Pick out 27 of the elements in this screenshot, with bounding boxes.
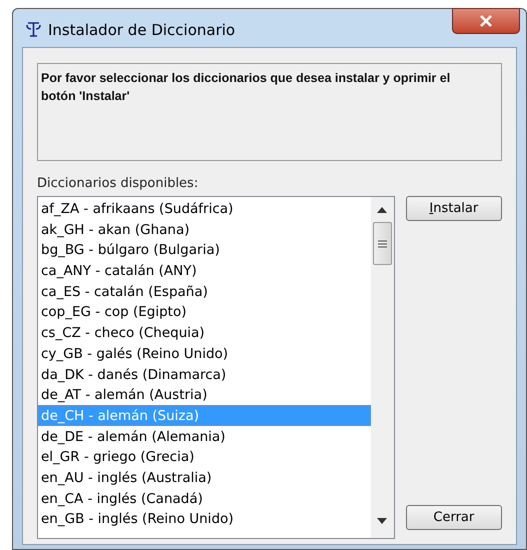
close-button[interactable]	[452, 8, 520, 34]
window-title: Instalador de Diccionario	[48, 20, 236, 41]
list-item[interactable]: de_AT - alemán (Austria)	[38, 384, 371, 405]
grip-icon	[378, 240, 387, 248]
list-item[interactable]: de_DE - alemán (Alemania)	[38, 426, 371, 446]
scroll-thumb[interactable]	[372, 222, 392, 265]
list-item[interactable]: ca_ES - catalán (España)	[38, 280, 371, 302]
list-item[interactable]: cy_GB - galés (Reino Unido)	[38, 342, 371, 364]
list-item[interactable]: ca_ANY - catalán (ANY)	[38, 260, 371, 281]
list-item[interactable]: en_AU - inglés (Australia)	[38, 466, 371, 488]
instruction-text: Por favor seleccionar los diccionarios que desea instalar y oprimir el botón 'Instalar'	[41, 70, 452, 105]
close-dialog-button[interactable]: Cerrar	[406, 505, 502, 530]
list-item[interactable]: el_GR - griego (Grecia)	[38, 446, 371, 467]
list-item[interactable]: bg_BG - búlgaro (Bulgaria)	[38, 239, 371, 260]
scroll-up-icon[interactable]	[376, 207, 387, 213]
list-item[interactable]: cs_CZ - checo (Chequia)	[38, 322, 371, 343]
list-label: Diccionarios disponibles:	[37, 176, 200, 192]
scroll-down-icon[interactable]	[376, 518, 387, 524]
close-icon	[479, 15, 493, 27]
list-item[interactable]: cop_EG - cop (Egipto)	[38, 301, 371, 322]
list-item[interactable]: en_CA - inglés (Canadá)	[38, 488, 371, 508]
list-item[interactable]: af_ZA - afrikaans (Sudáfrica)	[38, 198, 371, 219]
list-item[interactable]: da_DK - danés (Dinamarca)	[38, 364, 371, 384]
app-icon	[25, 21, 42, 38]
list-item[interactable]: en_GB - inglés (Reino Unido)	[38, 508, 371, 529]
install-button[interactable]: Instalar	[406, 196, 502, 221]
list-item[interactable]: ak_GH - akan (Ghana)	[38, 218, 371, 240]
